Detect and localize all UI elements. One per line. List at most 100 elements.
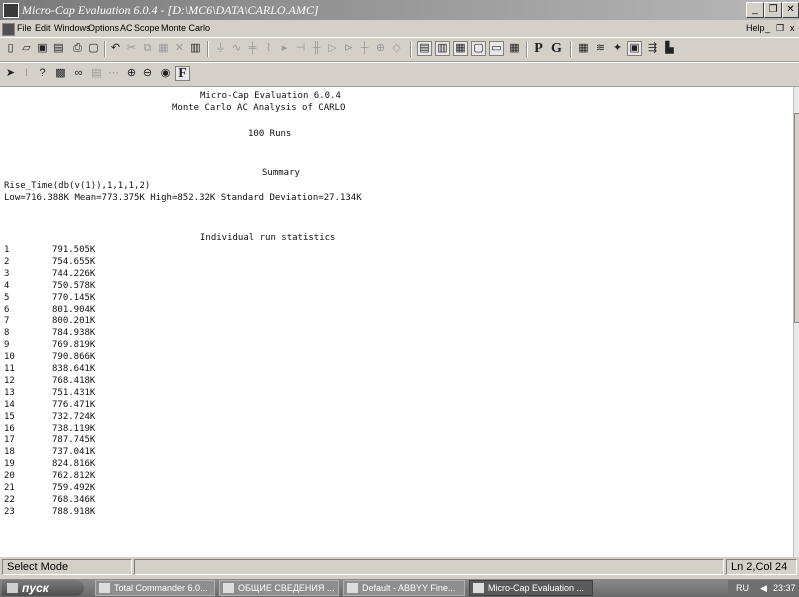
cursor-mode-icon[interactable]: ✦ xyxy=(610,41,625,56)
run-number: 10 xyxy=(4,352,15,363)
minimize-button[interactable]: _ xyxy=(746,2,764,18)
taskbar: пуск Total Commander 6.0... ОБЩИЕ СВЕДЕН… xyxy=(0,579,799,597)
current-source-icon[interactable]: ◇ xyxy=(389,41,404,56)
run-value: 754.655K xyxy=(52,256,96,267)
text-cursor-icon[interactable]: I xyxy=(19,66,34,81)
close-button[interactable]: ✕ xyxy=(782,2,799,18)
node-icon[interactable]: ┼ xyxy=(357,41,372,56)
view-split-icon[interactable]: ▦ xyxy=(453,41,468,56)
mdi-minimize-button[interactable]: _ xyxy=(765,20,770,37)
undo-icon[interactable]: ↶ xyxy=(108,41,123,56)
select-arrow-icon[interactable]: ➤ xyxy=(3,66,18,81)
view-panel-icon[interactable]: ▥ xyxy=(435,41,450,56)
help-cursor-icon[interactable]: ? xyxy=(35,66,50,81)
language-indicator[interactable]: RU xyxy=(736,580,749,596)
restore-button[interactable]: ❐ xyxy=(764,2,782,18)
source-icon[interactable]: ▷ xyxy=(325,41,340,56)
view-grid-icon[interactable]: ▤ xyxy=(417,41,432,56)
delete-icon[interactable]: ✕ xyxy=(172,41,187,56)
ground-icon[interactable]: ⏚ xyxy=(213,41,228,56)
window-title: Micro-Cap Evaluation 6.0.4 - [D:\MC6\DAT… xyxy=(22,3,319,17)
page-icon[interactable]: ▤ xyxy=(89,66,104,81)
zoom-out-icon[interactable]: ⊖ xyxy=(140,66,155,81)
transistor-icon[interactable]: ⊣ xyxy=(293,41,308,56)
probe-icon[interactable]: ◉ xyxy=(158,66,173,81)
run-number: 20 xyxy=(4,471,15,482)
run-number: 7 xyxy=(4,316,10,327)
menu-edit[interactable]: Edit xyxy=(35,20,51,37)
run-value: 776.471K xyxy=(52,399,96,410)
document-icon[interactable] xyxy=(2,23,15,36)
opamp-icon[interactable]: ⊳ xyxy=(341,41,356,56)
new-file-icon[interactable]: ▯ xyxy=(3,41,18,56)
task-abbyy[interactable]: Default - ABBYY Fine... xyxy=(343,580,465,596)
capacitor-icon[interactable]: ╪ xyxy=(245,41,260,56)
view-frame-icon[interactable]: ▭ xyxy=(489,41,504,56)
run-value: 732.724K xyxy=(52,411,96,422)
menu-monte-carlo[interactable]: Monte Carlo xyxy=(161,20,210,37)
open-folder-icon[interactable]: ▱ xyxy=(19,41,34,56)
menu-scope[interactable]: Scope xyxy=(134,20,160,37)
f-button[interactable]: F xyxy=(175,66,190,81)
histogram-icon[interactable]: ▙ xyxy=(662,41,677,56)
task-label: Default - ABBYY Fine... xyxy=(362,583,456,593)
run-number: 16 xyxy=(4,423,15,434)
binoculars-icon[interactable]: ∞ xyxy=(71,66,86,81)
p-button[interactable]: P xyxy=(531,41,546,56)
start-label: пуск xyxy=(22,581,49,595)
diode-icon[interactable]: ▸ xyxy=(277,41,292,56)
paste-icon[interactable]: ▦ xyxy=(156,41,171,56)
menu-windows[interactable]: Windows xyxy=(54,20,91,37)
cut-icon[interactable]: ✂ xyxy=(124,41,139,56)
task-label: Total Commander 6.0... xyxy=(114,583,208,593)
inductor-icon[interactable]: ⌇ xyxy=(261,41,276,56)
view-table-icon[interactable]: ▦ xyxy=(507,41,522,56)
task-word-document[interactable]: ОБЩИЕ СВЕДЕНИЯ ... xyxy=(219,580,339,596)
view-window-icon[interactable]: ▢ xyxy=(471,41,486,56)
run-number: 8 xyxy=(4,328,10,339)
task-total-commander[interactable]: Total Commander 6.0... xyxy=(95,580,215,596)
run-number: 4 xyxy=(4,280,10,291)
save-all-icon[interactable]: ▤ xyxy=(51,41,66,56)
plot-window-icon[interactable]: ▣ xyxy=(627,41,642,56)
ac-source-icon[interactable]: ⊕ xyxy=(373,41,388,56)
expand-icon[interactable]: ⋯ xyxy=(106,66,121,81)
info-icon[interactable]: ▩ xyxy=(53,66,68,81)
menu-options[interactable]: Options xyxy=(88,20,119,37)
header-title: Micro-Cap Evaluation 6.0.4 xyxy=(200,91,341,101)
waveform-icon[interactable]: ≋ xyxy=(593,41,608,56)
run-value: 790.866K xyxy=(52,352,96,363)
run-value: 768.418K xyxy=(52,375,96,386)
runs-count: 100 Runs xyxy=(248,129,292,139)
vertical-scrollbar[interactable] xyxy=(793,87,799,557)
save-icon[interactable]: ▣ xyxy=(35,41,50,56)
run-value: 750.578K xyxy=(52,280,96,291)
main-toolbar: ▯ ▱ ▣ ▤ ⎙ ▢ ↶ ✂ ⧉ ▦ ✕ ▥ ⏚ ∿ ╪ ⌇ ▸ ⊣ ╫ ▷ … xyxy=(0,37,799,62)
speaker-icon[interactable]: ◀ xyxy=(760,580,767,596)
task-micro-cap[interactable]: Micro-Cap Evaluation ... xyxy=(469,580,593,596)
zoom-in-icon[interactable]: ⊕ xyxy=(124,66,139,81)
mdi-restore-button[interactable]: ❐ xyxy=(776,20,784,37)
run-value: 801.904K xyxy=(52,304,96,315)
mdi-close-button[interactable]: x xyxy=(790,20,795,37)
print-icon[interactable]: ⎙ xyxy=(70,41,85,56)
run-number: 6 xyxy=(4,304,10,315)
g-button[interactable]: G xyxy=(549,41,564,56)
start-button[interactable]: пуск xyxy=(2,580,84,596)
menu-ac[interactable]: AC xyxy=(120,20,133,37)
menu-file[interactable]: File xyxy=(17,20,32,37)
print-preview-icon[interactable]: ▢ xyxy=(86,41,101,56)
battery-icon[interactable]: ╫ xyxy=(309,41,324,56)
find-replace-icon[interactable]: ▥ xyxy=(188,41,203,56)
mode-toolbar: ➤ I ? ▩ ∞ ▤ ⋯ ⊕ ⊖ ◉ F xyxy=(0,62,799,87)
resistor-icon[interactable]: ∿ xyxy=(229,41,244,56)
grid-icon[interactable]: ▦ xyxy=(576,41,591,56)
tokens-icon[interactable]: ⇶ xyxy=(645,41,660,56)
scrollbar-thumb[interactable] xyxy=(794,113,799,323)
app-icon[interactable] xyxy=(3,3,19,18)
run-number: 15 xyxy=(4,411,15,422)
text-output-area[interactable]: Micro-Cap Evaluation 6.0.4 Monte Carlo A… xyxy=(0,87,793,557)
clock: 23:37 xyxy=(773,583,796,593)
menu-help[interactable]: Help xyxy=(746,20,765,37)
copy-icon[interactable]: ⧉ xyxy=(140,41,155,56)
